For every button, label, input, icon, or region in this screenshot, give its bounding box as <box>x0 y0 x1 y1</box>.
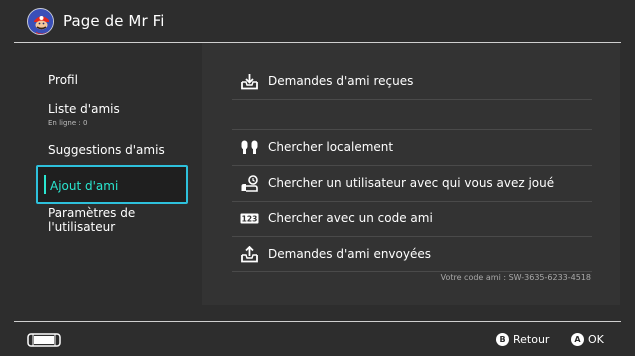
back-button[interactable]: B Retour <box>496 332 556 348</box>
avatar[interactable] <box>27 8 54 35</box>
option-label: Chercher avec un code ami <box>268 211 433 225</box>
inbox-download-icon <box>241 74 258 90</box>
option-search-local[interactable]: Chercher localement <box>232 130 592 165</box>
sidebar-item-label: Profil <box>48 73 78 87</box>
row-divider <box>232 99 592 100</box>
option-label: Demandes d'ami envoyées <box>268 247 431 261</box>
sidebar-item-label: Suggestions d'amis <box>48 143 165 157</box>
outbox-upload-icon <box>241 246 258 263</box>
sidebar-item-ajout-ami[interactable]: Ajout d'ami <box>36 165 188 204</box>
sidebar-item-parametres[interactable]: Paramètres de l'utilisateur <box>34 206 202 236</box>
sidebar-item-profil[interactable]: Profil <box>34 73 202 89</box>
page-title: Page de Mr Fi <box>63 12 165 30</box>
online-count: En ligne : 0 <box>48 119 88 127</box>
friend-code-123-icon: 123 <box>240 213 259 224</box>
row-divider <box>232 271 592 272</box>
back-label: Retour <box>513 333 550 346</box>
option-label: Chercher un utilisateur avec qui vous av… <box>268 176 555 190</box>
a-button-icon: A <box>571 333 584 346</box>
option-label: Chercher localement <box>268 140 394 154</box>
played-with-icon <box>241 175 258 192</box>
selection-indicator <box>44 175 46 194</box>
sidebar-item-label: Ajout d'ami <box>50 179 119 193</box>
option-received-requests[interactable]: Demandes d'ami reçues <box>232 64 592 99</box>
sidebar-item-suggestions[interactable]: Suggestions d'amis <box>34 143 202 159</box>
option-label: Demandes d'ami reçues <box>268 74 414 88</box>
sidebar-item-label: l'utilisateur <box>48 220 116 234</box>
option-search-friend-code[interactable]: 123 Chercher avec un code ami <box>232 201 592 236</box>
ok-button[interactable]: A OK <box>571 332 611 348</box>
header: Page de Mr Fi <box>0 0 635 43</box>
footer-divider <box>14 321 621 322</box>
joycon-controller-icon <box>27 333 61 347</box>
ok-label: OK <box>588 333 604 346</box>
friend-code-text: Votre code ami : SW-3635-6233-4518 <box>440 273 591 282</box>
svg-text:123: 123 <box>242 215 258 224</box>
sidebar-item-label: Paramètres de <box>48 206 136 220</box>
sidebar-item-liste-amis[interactable]: Liste d'amis En ligne : 0 <box>34 102 202 130</box>
sidebar-item-label: Liste d'amis <box>48 102 120 116</box>
b-button-icon: B <box>496 333 509 346</box>
option-sent-requests[interactable]: Demandes d'ami envoyées <box>232 237 592 272</box>
mario-avatar-icon <box>28 9 53 34</box>
local-users-icon <box>241 140 258 154</box>
option-search-played-with[interactable]: Chercher un utilisateur avec qui vous av… <box>232 166 592 201</box>
